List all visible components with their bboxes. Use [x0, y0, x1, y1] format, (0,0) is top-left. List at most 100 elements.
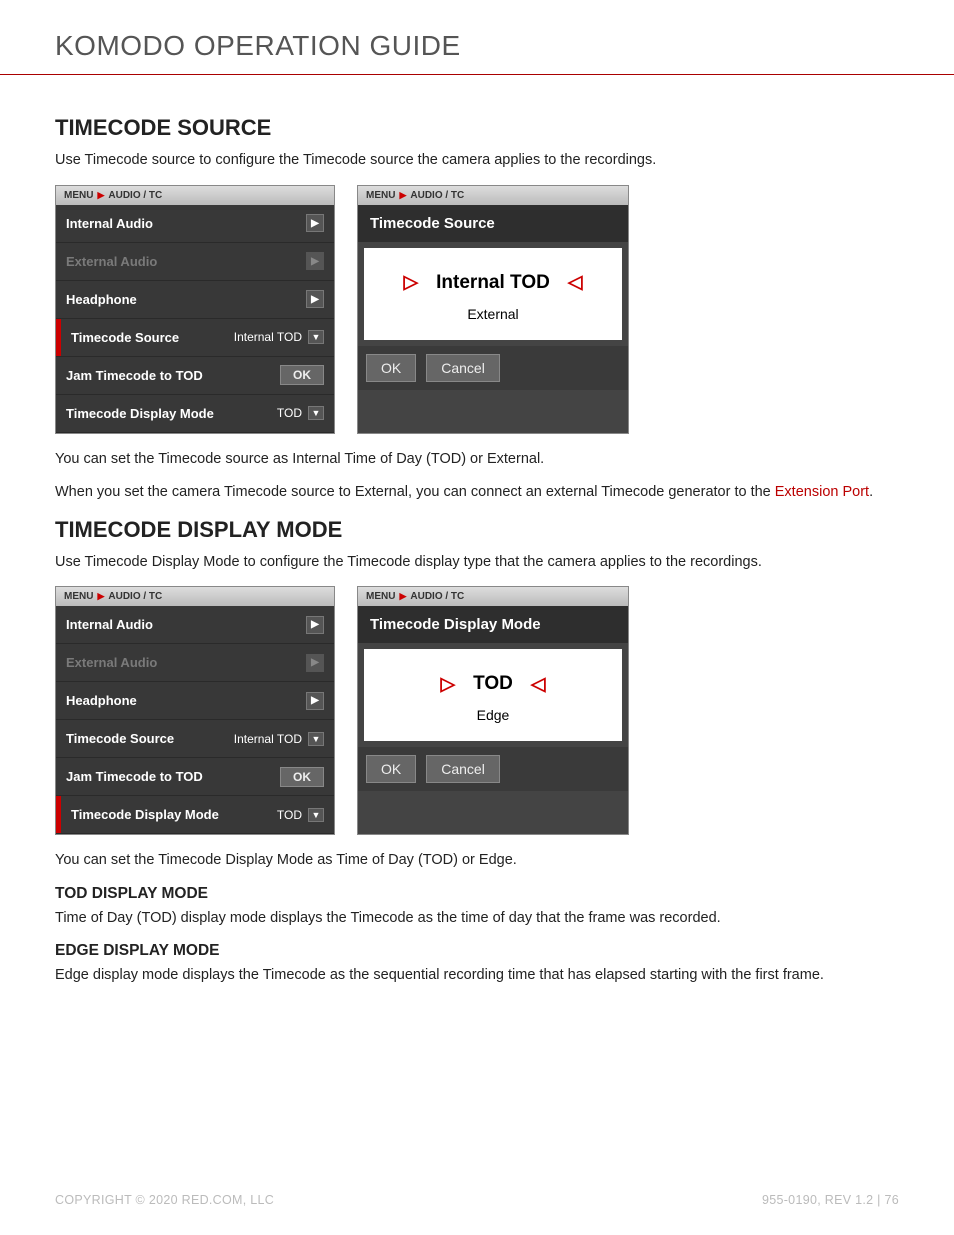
menu-label: External Audio	[66, 655, 157, 670]
tod-display-mode-heading: TOD DISPLAY MODE	[55, 885, 899, 903]
title-rule	[0, 74, 954, 75]
chevron-right-icon: ▶	[306, 616, 324, 634]
chevron-right-icon: ▶	[306, 214, 324, 232]
section-timecode-source-heading: TIMECODE SOURCE	[55, 115, 899, 141]
edge-display-mode-text: Edge display mode displays the Timecode …	[55, 966, 899, 986]
extension-port-link[interactable]: Extension Port	[775, 484, 869, 500]
breadcrumb: MENU ▶ AUDIO / TC	[56, 186, 334, 205]
menu-item-timecode-display-mode[interactable]: Timecode Display Mode TOD ▼	[56, 796, 334, 834]
section1-para1: You can set the Timecode source as Inter…	[55, 450, 899, 470]
crumb-path: AUDIO / TC	[108, 190, 162, 201]
chevron-right-icon: ▶	[306, 252, 324, 270]
chevron-right-icon: ▶	[399, 190, 406, 201]
chevron-down-icon: ▼	[308, 330, 324, 344]
dropdown-value: Internal TOD	[234, 732, 302, 746]
dropdown-value: TOD	[277, 406, 302, 420]
chevron-right-icon: ▶	[306, 290, 324, 308]
menu-item-external-audio: External Audio ▶	[56, 644, 334, 682]
breadcrumb: MENU ▶ AUDIO / TC	[56, 587, 334, 606]
picker-footer: OK Cancel	[358, 346, 628, 390]
chevron-right-icon: ▶	[306, 692, 324, 710]
menu-list-a: Internal Audio ▶ External Audio ▶ Headph…	[56, 205, 334, 433]
triangle-right-icon: ▷	[440, 675, 455, 694]
picker-alt-option[interactable]: Edge	[364, 707, 622, 723]
menu-label: Headphone	[66, 693, 137, 708]
tod-display-mode-text: Time of Day (TOD) display mode displays …	[55, 909, 899, 929]
menu-list-b: Internal Audio ▶ External Audio ▶ Headph…	[56, 606, 334, 834]
crumb-menu: MENU	[64, 190, 93, 201]
section1-intro: Use Timecode source to configure the Tim…	[55, 151, 899, 171]
ok-button[interactable]: OK	[366, 354, 416, 382]
section1-para2: When you set the camera Timecode source …	[55, 483, 899, 503]
crumb-path: AUDIO / TC	[108, 591, 162, 602]
breadcrumb: MENU ▶ AUDIO / TC	[358, 186, 628, 205]
picker-footer: OK Cancel	[358, 747, 628, 791]
screenshots-row-1: MENU ▶ AUDIO / TC Internal Audio ▶ Exter…	[55, 185, 899, 434]
menu-label: Internal Audio	[66, 216, 153, 231]
menu-item-headphone[interactable]: Headphone ▶	[56, 281, 334, 319]
chevron-right-icon: ▶	[399, 591, 406, 602]
menu-item-timecode-source[interactable]: Timecode Source Internal TOD ▼	[56, 720, 334, 758]
picker-body: ▷ TOD ◁ Edge	[364, 649, 622, 741]
crumb-path: AUDIO / TC	[410, 591, 464, 602]
menu-label: Jam Timecode to TOD	[66, 769, 203, 784]
menu-label: Jam Timecode to TOD	[66, 368, 203, 383]
menu-label: External Audio	[66, 254, 157, 269]
footer-copyright: COPYRIGHT © 2020 RED.COM, LLC	[55, 1193, 274, 1207]
menu-item-timecode-display-mode[interactable]: Timecode Display Mode TOD ▼	[56, 395, 334, 433]
menu-screenshot-a: MENU ▶ AUDIO / TC Internal Audio ▶ Exter…	[55, 185, 335, 434]
chevron-down-icon: ▼	[308, 406, 324, 420]
crumb-menu: MENU	[366, 190, 395, 201]
picker-alt-option[interactable]: External	[364, 306, 622, 322]
section2-intro: Use Timecode Display Mode to configure t…	[55, 553, 899, 573]
crumb-path: AUDIO / TC	[410, 190, 464, 201]
menu-item-internal-audio[interactable]: Internal Audio ▶	[56, 205, 334, 243]
chevron-down-icon: ▼	[308, 808, 324, 822]
screenshots-row-2: MENU ▶ AUDIO / TC Internal Audio ▶ Exter…	[55, 586, 899, 835]
picker-title: Timecode Display Mode	[358, 606, 628, 643]
cancel-button[interactable]: Cancel	[426, 755, 500, 783]
crumb-menu: MENU	[64, 591, 93, 602]
menu-screenshot-b: MENU ▶ AUDIO / TC Internal Audio ▶ Exter…	[55, 586, 335, 835]
picker-screenshot-timecode-source: MENU ▶ AUDIO / TC Timecode Source ▷ Inte…	[357, 185, 629, 434]
chevron-right-icon: ▶	[306, 654, 324, 672]
menu-item-jam-timecode[interactable]: Jam Timecode to TOD OK	[56, 357, 334, 395]
triangle-left-icon: ◁	[531, 675, 546, 694]
menu-item-jam-timecode[interactable]: Jam Timecode to TOD OK	[56, 758, 334, 796]
picker-selected-row[interactable]: ▷ TOD ◁	[364, 673, 622, 695]
picker-body: ▷ Internal TOD ◁ External	[364, 248, 622, 340]
menu-item-external-audio: External Audio ▶	[56, 243, 334, 281]
doc-title: KOMODO OPERATION GUIDE	[55, 30, 899, 74]
dropdown-value: Internal TOD	[234, 330, 302, 344]
ok-button[interactable]: OK	[280, 365, 324, 385]
triangle-right-icon: ▷	[404, 273, 419, 292]
menu-label: Headphone	[66, 292, 137, 307]
menu-label: Timecode Display Mode	[66, 406, 214, 421]
menu-label: Timecode Display Mode	[71, 807, 219, 822]
page-footer: COPYRIGHT © 2020 RED.COM, LLC 955-0190, …	[55, 1193, 899, 1207]
menu-label: Timecode Source	[71, 330, 179, 345]
menu-item-internal-audio[interactable]: Internal Audio ▶	[56, 606, 334, 644]
menu-label: Internal Audio	[66, 617, 153, 632]
text-fragment: .	[869, 484, 873, 500]
picker-selected: TOD	[473, 673, 513, 695]
breadcrumb: MENU ▶ AUDIO / TC	[358, 587, 628, 606]
picker-selected-row[interactable]: ▷ Internal TOD ◁	[364, 272, 622, 294]
chevron-down-icon: ▼	[308, 732, 324, 746]
ok-button[interactable]: OK	[280, 767, 324, 787]
triangle-left-icon: ◁	[568, 273, 583, 292]
text-fragment: When you set the camera Timecode source …	[55, 484, 775, 500]
picker-selected: Internal TOD	[436, 272, 550, 294]
section-timecode-display-mode-heading: TIMECODE DISPLAY MODE	[55, 517, 899, 543]
picker-title: Timecode Source	[358, 205, 628, 242]
chevron-right-icon: ▶	[97, 190, 104, 201]
cancel-button[interactable]: Cancel	[426, 354, 500, 382]
menu-label: Timecode Source	[66, 731, 174, 746]
ok-button[interactable]: OK	[366, 755, 416, 783]
menu-item-headphone[interactable]: Headphone ▶	[56, 682, 334, 720]
chevron-right-icon: ▶	[97, 591, 104, 602]
crumb-menu: MENU	[366, 591, 395, 602]
picker-screenshot-timecode-display-mode: MENU ▶ AUDIO / TC Timecode Display Mode …	[357, 586, 629, 835]
section2-para1: You can set the Timecode Display Mode as…	[55, 851, 899, 871]
menu-item-timecode-source[interactable]: Timecode Source Internal TOD ▼	[56, 319, 334, 357]
